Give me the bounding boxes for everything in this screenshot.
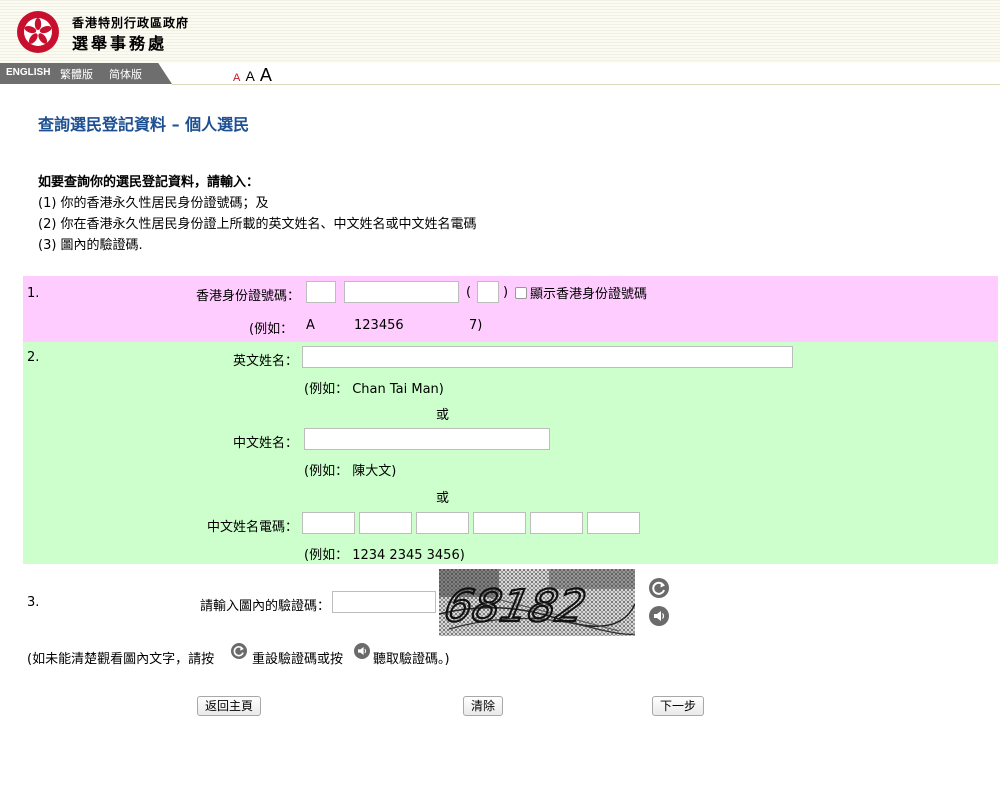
captcha-input[interactable] — [332, 591, 436, 613]
hksar-emblem-icon — [17, 11, 59, 53]
font-size-large-button[interactable]: A — [260, 65, 272, 85]
chinese-name-example: (例如： 陳大文) — [304, 464, 397, 479]
government-name: 香港特別行政區政府 — [72, 16, 190, 30]
language-traditional-link[interactable]: 繁體版 — [60, 66, 93, 82]
hkid-example-letter: A — [306, 318, 315, 333]
or-separator: 或 — [436, 491, 450, 506]
hkid-example-digits: 123456 — [354, 318, 404, 333]
hkid-close-paren: ) — [503, 285, 509, 300]
chinese-code-label: 中文姓名電碼： — [206, 520, 298, 535]
section-number: 2. — [27, 350, 40, 365]
font-size-small-button[interactable]: A — [233, 72, 240, 84]
hkid-prefix-input[interactable] — [306, 281, 336, 303]
instruction-item: (2) 你在香港永久性居民身份證上所載的英文姓名、中文姓名或中文姓名電碼 — [38, 217, 477, 232]
section-number: 3. — [27, 595, 40, 610]
captcha-image: 68182 — [439, 569, 635, 636]
captcha-label: 請輸入圖內的驗證碼： — [199, 599, 330, 614]
english-name-example: (例如： Chan Tai Man) — [304, 382, 444, 397]
english-name-label: 英文姓名： — [232, 354, 298, 369]
instructions-lead: 如要查詢你的選民登記資料，請輸入： — [38, 175, 260, 190]
chinese-code-input-5[interactable] — [530, 512, 583, 534]
help-text-part3: 聽取驗證碼。) — [373, 652, 450, 667]
section-number: 1. — [27, 286, 40, 301]
show-hkid-checkbox[interactable] — [515, 287, 527, 299]
or-separator: 或 — [436, 408, 450, 423]
chinese-code-input-2[interactable] — [359, 512, 412, 534]
clear-button[interactable]: 清除 — [463, 696, 504, 716]
font-size-medium-button[interactable]: A — [245, 68, 254, 84]
refresh-captcha-icon[interactable] — [649, 578, 669, 598]
language-english-link[interactable]: ENGLISH — [6, 67, 50, 78]
refresh-icon — [231, 643, 247, 659]
chinese-code-input-3[interactable] — [416, 512, 469, 534]
chinese-name-label: 中文姓名： — [232, 436, 298, 451]
english-name-input[interactable] — [302, 346, 793, 368]
chinese-code-input-1[interactable] — [302, 512, 355, 534]
show-hkid-label: 顯示香港身份證號碼 — [530, 287, 648, 302]
header-divider — [172, 84, 1000, 85]
department-name: 選舉事務處 — [72, 34, 168, 53]
hkid-label: 香港身份證號碼： — [195, 289, 300, 304]
help-text-part1: (如未能清楚觀看圖內文字，請按 — [27, 652, 215, 667]
next-step-button[interactable]: 下一步 — [652, 696, 705, 716]
captcha-text: 68182 — [440, 581, 591, 631]
speaker-icon — [354, 643, 370, 659]
page-title: 查詢選民登記資料 – 個人選民 — [38, 115, 250, 134]
hkid-check-digit-input[interactable] — [477, 281, 499, 303]
back-to-home-button[interactable]: 返回主頁 — [197, 696, 262, 716]
instruction-item: (1) 你的香港永久性居民身份證號碼；及 — [38, 196, 269, 211]
audio-captcha-icon[interactable] — [649, 606, 669, 626]
chinese-code-example: (例如： 1234 2345 3456) — [304, 548, 465, 563]
hkid-open-paren: ( — [466, 285, 472, 300]
instructions: 如要查詢你的選民登記資料，請輸入： (1) 你的香港永久性居民身份證號碼；及 (… — [38, 172, 477, 256]
instruction-item: (3) 圖內的驗證碼. — [38, 238, 143, 253]
language-simplified-link[interactable]: 简体版 — [109, 66, 142, 82]
chinese-code-input-6[interactable] — [587, 512, 640, 534]
chinese-name-input[interactable] — [304, 428, 550, 450]
hkid-example-prefix: (例如： — [249, 322, 294, 337]
hkid-digits-input[interactable] — [344, 281, 459, 303]
help-text-part2: 重設驗證碼或按 — [252, 652, 344, 667]
chinese-code-input-4[interactable] — [473, 512, 526, 534]
font-size-controls: A A A — [233, 65, 272, 86]
hkid-example-check: 7) — [469, 318, 483, 333]
